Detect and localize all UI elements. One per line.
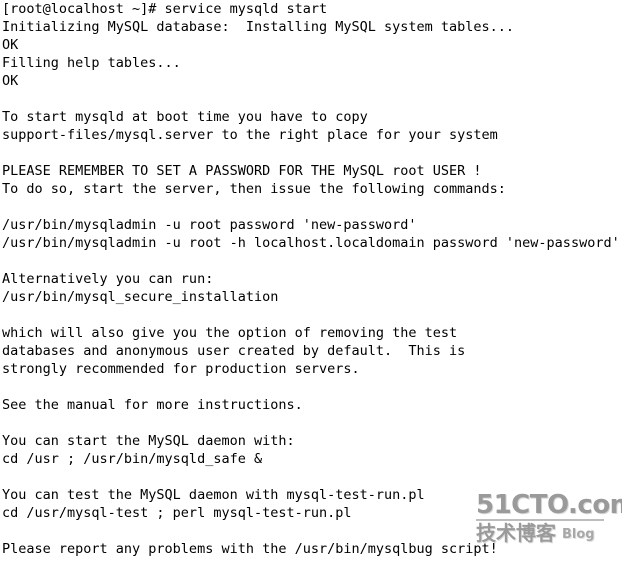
terminal-line: Alternatively you can run: xyxy=(2,271,214,287)
terminal-line: Initializing MySQL database: Installing … xyxy=(2,19,515,35)
terminal-line: OK xyxy=(2,73,19,89)
terminal-line: To start mysqld at boot time you have to… xyxy=(2,109,368,125)
terminal-line: /usr/bin/mysqladmin -u root -h localhost… xyxy=(2,235,620,251)
terminal-line: cd /usr/mysql-test ; perl mysql-test-run… xyxy=(2,505,352,521)
terminal-line: /usr/bin/mysql_secure_installation xyxy=(2,289,279,305)
terminal-line: You can start the MySQL daemon with: xyxy=(2,433,295,449)
terminal-line: which will also give you the option of r… xyxy=(2,325,458,341)
terminal-line: See the manual for more instructions. xyxy=(2,397,303,413)
terminal-line: databases and anonymous user created by … xyxy=(2,343,466,359)
terminal-line: Filling help tables... xyxy=(2,55,181,71)
terminal-line: /usr/bin/mysqladmin -u root password 'ne… xyxy=(2,217,417,233)
terminal-line: To do so, start the server, then issue t… xyxy=(2,181,506,197)
terminal-output[interactable]: [root@localhost ~]# service mysqld start… xyxy=(2,0,622,558)
terminal-line: [root@localhost ~]# service mysqld start xyxy=(2,1,328,17)
terminal-line: support-files/mysql.server to the right … xyxy=(2,127,498,143)
terminal-line: cd /usr ; /usr/bin/mysqld_safe & xyxy=(2,451,263,467)
terminal-line: strongly recommended for production serv… xyxy=(2,361,360,377)
terminal-line: PLEASE REMEMBER TO SET A PASSWORD FOR TH… xyxy=(2,163,482,179)
terminal-screen: [root@localhost ~]# service mysqld start… xyxy=(0,0,622,564)
terminal-line: OK xyxy=(2,37,19,53)
terminal-line: Please report any problems with the /usr… xyxy=(2,541,498,557)
terminal-line: You can test the MySQL daemon with mysql… xyxy=(2,487,425,503)
